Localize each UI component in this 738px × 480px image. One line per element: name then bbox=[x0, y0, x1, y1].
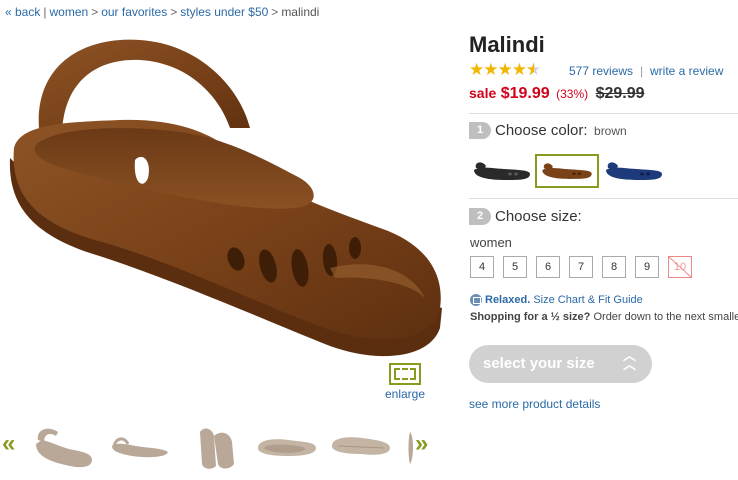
price-row: sale $19.99 (33%) $29.99 bbox=[469, 85, 645, 103]
star-icon: ★ bbox=[511, 60, 527, 79]
sale-label: sale bbox=[469, 85, 497, 101]
half-size-advice: Order down to the next smaller bbox=[593, 311, 738, 323]
star-icon: ★ bbox=[483, 60, 498, 79]
thumbnail-profile-view[interactable] bbox=[106, 422, 172, 472]
discount-percent: (33%) bbox=[556, 87, 589, 101]
step-title: Choose color: bbox=[495, 122, 588, 140]
color-swatch-black[interactable] bbox=[470, 154, 534, 188]
original-price: $29.99 bbox=[595, 85, 645, 102]
step-number: 1 bbox=[469, 122, 491, 140]
breadcrumb-item-styles-under-50[interactable]: styles under $50 bbox=[180, 5, 268, 19]
gender-label: women bbox=[470, 235, 512, 250]
fit-guide-icon bbox=[470, 294, 482, 307]
star-icon: ★ bbox=[469, 60, 484, 79]
half-star-icon: ★ ★ bbox=[526, 60, 541, 79]
size-option-7[interactable]: 7 bbox=[569, 256, 593, 278]
size-option-4[interactable]: 4 bbox=[470, 256, 494, 278]
reviews-link[interactable]: 577 reviews bbox=[569, 64, 633, 78]
color-swatch-navy[interactable] bbox=[602, 154, 666, 188]
thumbnail-back-view[interactable] bbox=[182, 422, 248, 472]
thumbnail-sole-view[interactable] bbox=[328, 422, 394, 472]
rating-stars: ★★★★★ ★ bbox=[469, 60, 541, 79]
thumbnail-side-view[interactable] bbox=[30, 422, 96, 472]
fit-row: Relaxed. Size Chart & Fit Guide bbox=[470, 294, 643, 307]
thumbnail-strip: « » bbox=[0, 420, 450, 476]
color-swatch-brown[interactable] bbox=[535, 154, 599, 188]
half-size-tip: Shopping for a ½ size? Order down to the… bbox=[470, 311, 738, 323]
size-option-8[interactable]: 8 bbox=[602, 256, 626, 278]
breadcrumb-item-our-favorites[interactable]: our favorites bbox=[101, 5, 167, 19]
color-step-header: 1 Choose color: brown bbox=[469, 122, 627, 140]
write-review-link[interactable]: write a review bbox=[650, 64, 723, 78]
star-icon: ★ bbox=[497, 60, 513, 79]
half-size-question: Shopping for a ½ size? bbox=[470, 311, 591, 323]
breadcrumb-item-women[interactable]: women bbox=[49, 5, 88, 19]
selected-color-value: brown bbox=[594, 123, 627, 138]
breadcrumb-separator: > bbox=[91, 5, 99, 19]
size-option-6[interactable]: 6 bbox=[536, 256, 560, 278]
breadcrumb: « back | women > our favorites > styles under … bbox=[5, 5, 319, 19]
sale-price: $19.99 bbox=[500, 85, 550, 102]
product-main-image[interactable] bbox=[0, 28, 450, 368]
breadcrumb-separator: | bbox=[43, 5, 47, 19]
thumbnail-top-view[interactable] bbox=[254, 422, 320, 472]
size-option-9[interactable]: 9 bbox=[635, 256, 659, 278]
product-details-link[interactable]: see more product details bbox=[469, 397, 600, 411]
fit-type: Relaxed. bbox=[485, 294, 531, 306]
step-title: Choose size: bbox=[495, 208, 582, 226]
thumbnail-next-arrow[interactable]: » bbox=[415, 430, 428, 458]
thumbnail-prev-arrow[interactable]: « bbox=[2, 430, 15, 458]
size-step-header: 2 Choose size: bbox=[469, 208, 582, 226]
unavailable-strike-icon bbox=[669, 257, 691, 277]
size-chart-link[interactable]: Size Chart & Fit Guide bbox=[533, 294, 642, 306]
back-link[interactable]: « back bbox=[5, 5, 40, 19]
rating-row: ★★★★★ ★ 577 reviews | write a review bbox=[469, 60, 738, 80]
step-number: 2 bbox=[469, 208, 491, 226]
enlarge-icon bbox=[389, 363, 421, 385]
breadcrumb-separator: > bbox=[170, 5, 178, 19]
enlarge-label: enlarge bbox=[384, 387, 426, 401]
chevron-up-icon: ︿ ︿ bbox=[623, 348, 637, 372]
enlarge-button[interactable]: enlarge bbox=[380, 363, 430, 401]
divider bbox=[469, 113, 738, 114]
size-option-5[interactable]: 5 bbox=[503, 256, 527, 278]
breadcrumb-current: malindi bbox=[281, 5, 320, 19]
size-option-10-unavailable[interactable]: 10 bbox=[668, 256, 692, 278]
select-size-button[interactable]: select your size ︿ ︿ bbox=[469, 345, 652, 383]
divider bbox=[469, 198, 738, 199]
select-size-label: select your size bbox=[483, 355, 595, 372]
product-title: Malindi bbox=[469, 32, 545, 57]
breadcrumb-separator: > bbox=[271, 5, 279, 19]
rating-separator: | bbox=[640, 64, 644, 78]
